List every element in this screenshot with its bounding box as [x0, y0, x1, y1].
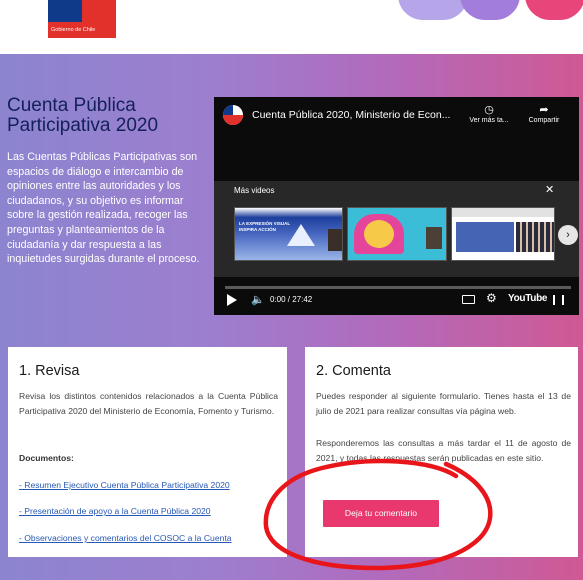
fullscreen-icon[interactable]	[553, 295, 564, 305]
share-icon: ➦	[539, 104, 549, 116]
share-label: Compartir	[528, 117, 560, 124]
card-title: 1. Revisa	[19, 363, 80, 379]
thumbnail-image	[516, 222, 554, 252]
more-videos-label: Más videos	[234, 186, 275, 195]
watch-later-button[interactable]: ◷ Ver más ta...	[464, 103, 514, 124]
video-progress-bar[interactable]	[225, 286, 571, 289]
review-card: 1. Revisa Revisa los distintos contenido…	[8, 347, 287, 557]
page: Gobierno de Chile Cuenta Pública Partici…	[0, 0, 583, 580]
page-bottom	[0, 557, 583, 580]
captions-icon[interactable]	[462, 295, 475, 304]
document-link[interactable]: - Presentación de apoyo a la Cuenta Públ…	[19, 506, 211, 516]
clock-icon: ◷	[484, 104, 494, 116]
card-text: Puedes responder al siguiente formulario…	[316, 391, 571, 416]
video-title[interactable]: Cuenta Pública 2020, Ministerio de Econ.…	[252, 109, 457, 121]
annotation-circle	[263, 458, 493, 571]
video-time: 0:00 / 27:42	[270, 295, 313, 304]
illustration-graphic	[364, 220, 394, 248]
watch-later-label: Ver más ta...	[469, 117, 509, 124]
card-text: Revisa los distintos contenidos relacion…	[19, 391, 278, 416]
close-icon[interactable]: ✕	[545, 183, 554, 196]
chevron-right-icon[interactable]: ›	[558, 225, 578, 245]
page-title: Cuenta Pública Participativa 2020	[7, 95, 159, 136]
share-button[interactable]: ➦ Compartir	[521, 103, 567, 124]
channel-avatar[interactable]	[223, 105, 243, 125]
youtube-logo[interactable]: YouTube	[508, 293, 548, 304]
logo-text: Gobierno de Chile	[48, 22, 116, 38]
gobierno-de-chile-logo[interactable]: Gobierno de Chile	[48, 0, 116, 38]
logo-blue-block	[48, 0, 82, 22]
video-thumbnail[interactable]: LA EXPRESIÓN VISUAL INSPIRA ACCIÓN	[234, 207, 343, 261]
thumbnail-image	[456, 222, 514, 252]
documents-label: Documentos:	[19, 453, 74, 463]
gear-icon[interactable]: ⚙	[486, 291, 497, 305]
thumbnail-header	[452, 208, 554, 217]
video-thumbnail[interactable]	[451, 207, 555, 261]
document-link[interactable]: - Resumen Ejecutivo Cuenta Pública Parti…	[19, 480, 230, 490]
speaker-image	[426, 227, 442, 249]
volume-icon[interactable]: 🔈	[251, 293, 265, 306]
document-link[interactable]: - Observaciones y comentarios del COSOC …	[19, 533, 232, 543]
speaker-image	[328, 229, 342, 251]
youtube-video-player[interactable]: Cuenta Pública 2020, Ministerio de Econ.…	[214, 97, 579, 315]
hero-description: Las Cuentas Públicas Participativas son …	[7, 151, 200, 266]
top-bar: Gobierno de Chile	[0, 0, 583, 54]
logo-red-block	[82, 0, 116, 22]
card-title: 2. Comenta	[316, 363, 391, 379]
iceberg-graphic	[287, 224, 315, 246]
play-icon[interactable]	[227, 294, 237, 306]
decorative-shape	[525, 0, 583, 20]
decorative-shape	[398, 0, 468, 20]
decorative-shape	[460, 0, 520, 20]
video-thumbnail[interactable]	[347, 207, 447, 261]
